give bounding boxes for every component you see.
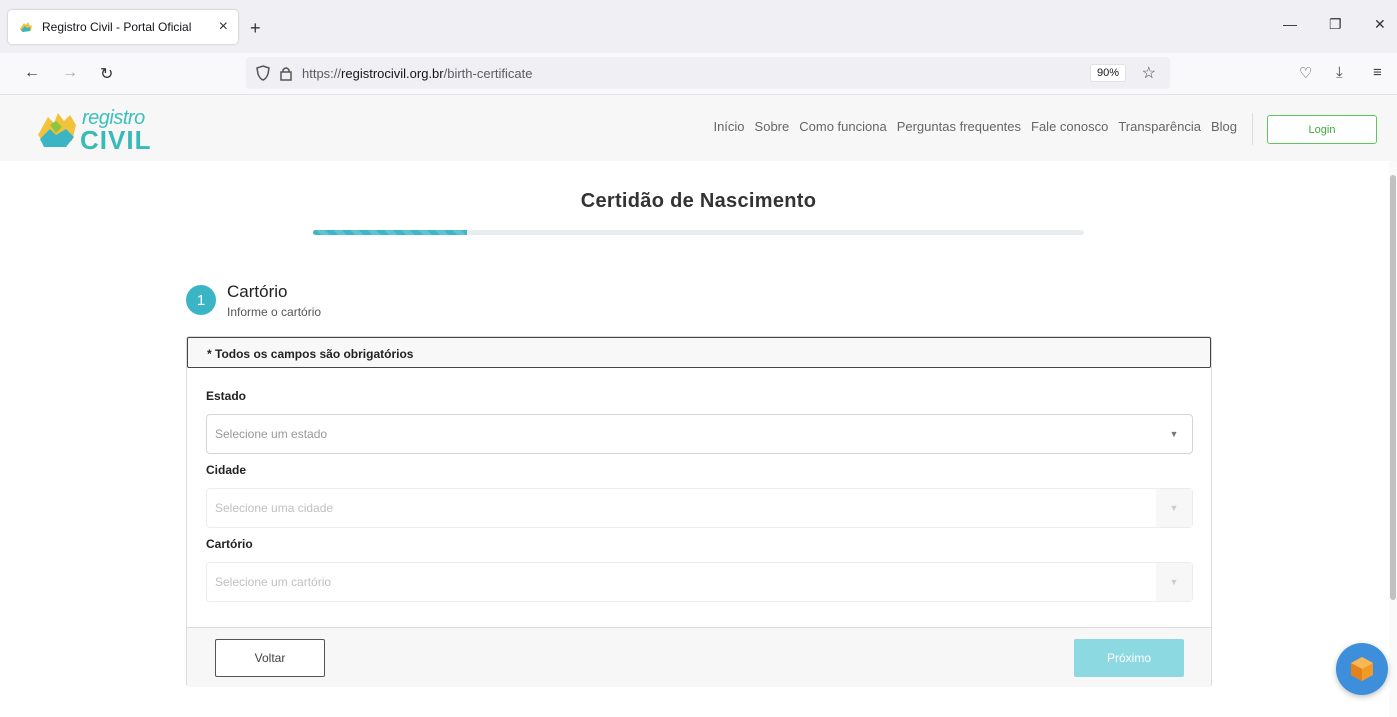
cartorio-label: Cartório: [206, 537, 253, 551]
logo-text-bottom: CIVIL: [80, 125, 152, 155]
nav-inicio[interactable]: Início: [713, 119, 744, 134]
next-button[interactable]: Próximo: [1074, 639, 1184, 677]
pocket-icon[interactable]: ♡: [1299, 64, 1312, 82]
cidade-label: Cidade: [206, 463, 247, 477]
back-arrow-icon[interactable]: ←: [24, 64, 40, 82]
url-path: /birth-certificate: [443, 65, 533, 81]
nav-como-funciona[interactable]: Como funciona: [799, 119, 886, 134]
menu-icon[interactable]: ≡: [1373, 64, 1382, 81]
box-icon: [1351, 657, 1373, 681]
progress-fill: [313, 230, 468, 235]
close-window-icon[interactable]: ✕: [1374, 16, 1386, 33]
zoom-badge[interactable]: 90%: [1089, 64, 1126, 82]
url-bar[interactable]: https://registrocivil.org.br/birth-certi…: [246, 57, 1170, 89]
page-title: Certidão de Nascimento: [580, 190, 817, 212]
estado-label: Estado: [206, 389, 247, 403]
scrollbar-thumb[interactable]: [1390, 175, 1396, 600]
cidade-placeholder: Selecione uma cidade: [215, 501, 334, 515]
bookmark-star-icon[interactable]: ☆: [1142, 63, 1156, 83]
restore-icon[interactable]: ❐: [1329, 16, 1342, 33]
reload-icon[interactable]: ↻: [100, 64, 113, 84]
chat-widget-button[interactable]: [1336, 643, 1388, 695]
login-button[interactable]: Login: [1267, 115, 1377, 144]
url-host: registrocivil.org.br: [341, 65, 444, 81]
site-header: registro CIVIL Início Sobre Como funcion…: [0, 95, 1397, 161]
nav-perguntas-frequentes[interactable]: Perguntas frequentes: [897, 119, 1021, 134]
url-prefix: https://: [302, 65, 342, 81]
cartorio-placeholder: Selecione um cartório: [215, 575, 332, 589]
hands-favicon-icon: [20, 22, 32, 32]
tab-close-icon[interactable]: ×: [219, 18, 228, 36]
hands-logo-icon: [38, 113, 76, 147]
shield-icon: [256, 65, 270, 81]
nav-blog[interactable]: Blog: [1211, 119, 1237, 134]
form-card: * Todos os campos são obrigatórios Estad…: [186, 336, 1212, 687]
estado-placeholder: Selecione um estado: [215, 427, 328, 441]
required-note: * Todos os campos são obrigatórios: [187, 337, 1211, 368]
browser-tab[interactable]: Registro Civil - Portal Oficial ×: [8, 10, 238, 44]
browser-navbar: ← → ↻ https://registrocivil.org.br/birth…: [0, 53, 1397, 95]
back-button[interactable]: Voltar: [215, 639, 325, 677]
lock-icon: [280, 66, 292, 81]
site-nav: Início Sobre Como funciona Perguntas fre…: [713, 119, 1237, 134]
new-tab-icon[interactable]: +: [250, 18, 261, 39]
chevron-down-icon: ▼: [1156, 563, 1192, 601]
nav-fale-conosco[interactable]: Fale conosco: [1031, 119, 1108, 134]
step-subtitle: Informe o cartório: [227, 305, 322, 319]
nav-divider: [1252, 113, 1253, 145]
chevron-down-icon: ▼: [1156, 489, 1192, 527]
cartorio-select[interactable]: Selecione um cartório ▼: [206, 562, 1193, 602]
nav-transparencia[interactable]: Transparência: [1118, 119, 1201, 134]
browser-tabbar: Registro Civil - Portal Oficial × + — ❐ …: [0, 0, 1397, 53]
form-footer: Voltar Próximo: [187, 627, 1211, 687]
tab-title: Registro Civil - Portal Oficial: [42, 20, 192, 34]
minimize-icon[interactable]: —: [1283, 16, 1297, 32]
cidade-select[interactable]: Selecione uma cidade ▼: [206, 488, 1193, 528]
chevron-down-icon: ▼: [1169, 429, 1179, 439]
estado-select[interactable]: Selecione um estado ▼: [206, 414, 1193, 454]
step-title: Cartório: [227, 282, 288, 301]
download-icon[interactable]: ⤓: [1336, 64, 1343, 81]
nav-sobre[interactable]: Sobre: [755, 119, 790, 134]
step-number-badge: 1: [186, 285, 216, 315]
forward-arrow-icon[interactable]: →: [62, 64, 78, 82]
progress-bar: [313, 230, 1084, 235]
site-logo[interactable]: registro CIVIL: [36, 107, 160, 155]
